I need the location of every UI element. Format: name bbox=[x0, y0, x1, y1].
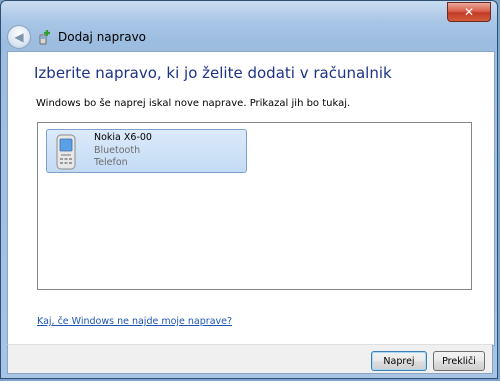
search-status-text: Windows bo še naprej iskal nove naprave.… bbox=[36, 98, 351, 109]
window-title: Dodaj napravo bbox=[58, 30, 147, 44]
device-category: Telefon bbox=[94, 157, 128, 168]
back-arrow-icon: ◀ bbox=[14, 30, 24, 44]
wizard-header: ◀ Dodaj napravo bbox=[7, 23, 493, 51]
next-button[interactable]: Naprej bbox=[371, 351, 427, 371]
main-content: Izberite napravo, ki jo želite dodati v … bbox=[7, 51, 495, 346]
back-button[interactable]: ◀ bbox=[7, 25, 31, 49]
add-device-icon bbox=[37, 29, 53, 45]
cancel-button[interactable]: Prekliči bbox=[433, 351, 485, 371]
close-button[interactable]: ✕ bbox=[447, 2, 491, 22]
add-device-window: ✕ ◀ Dodaj napravo Izberite napravo, ki j… bbox=[0, 0, 498, 379]
device-connection: Bluetooth bbox=[94, 145, 141, 156]
button-bar: Naprej Prekliči bbox=[7, 344, 493, 374]
mobile-phone-icon bbox=[53, 134, 79, 170]
close-icon: ✕ bbox=[463, 5, 475, 19]
device-item-nokia-x6[interactable]: Nokia X6-00 Bluetooth Telefon bbox=[46, 129, 247, 173]
device-name: Nokia X6-00 bbox=[94, 132, 152, 143]
device-list[interactable]: Nokia X6-00 Bluetooth Telefon bbox=[37, 122, 472, 290]
help-link[interactable]: Kaj, če Windows ne najde moje naprave? bbox=[37, 316, 232, 327]
page-title: Izberite napravo, ki jo želite dodati v … bbox=[34, 64, 392, 82]
